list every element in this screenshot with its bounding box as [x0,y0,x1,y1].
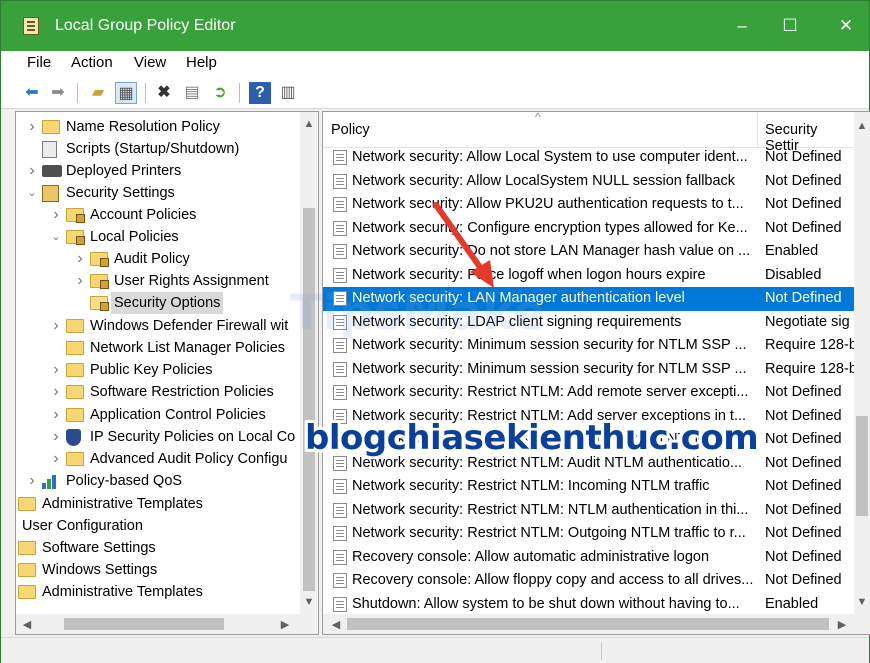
site-watermark: blogchiasekienthuc.com [305,418,759,458]
red-annotation-arrow-icon [433,202,494,288]
